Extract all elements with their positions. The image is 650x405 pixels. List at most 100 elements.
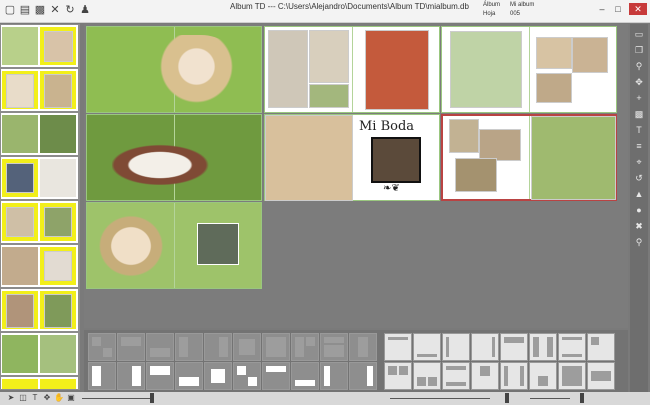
user-icon[interactable]: ♟ (79, 4, 91, 16)
layout-template[interactable] (291, 362, 319, 390)
photo-couple-small[interactable] (197, 223, 239, 265)
rotate-icon[interactable]: ↺ (633, 172, 645, 184)
zoom-slider-knob[interactable] (150, 393, 154, 403)
photo-couple-arch[interactable] (450, 31, 522, 108)
layout-template[interactable] (175, 362, 203, 390)
thumbnail-page[interactable] (1, 245, 78, 287)
zoom-slider[interactable] (82, 398, 152, 399)
align-icon[interactable]: ≡ (633, 140, 645, 152)
search-icon[interactable]: ⚲ (633, 236, 645, 248)
layout-template[interactable] (529, 362, 557, 390)
layout-template[interactable] (500, 362, 528, 390)
spread-selected[interactable] (441, 114, 617, 201)
opacity-slider[interactable] (530, 398, 570, 399)
spread[interactable] (86, 26, 262, 113)
photo-collage-3[interactable] (455, 158, 497, 192)
layout-template[interactable] (587, 333, 615, 361)
photo-bride-armchair[interactable] (365, 30, 429, 110)
size-slider-knob[interactable] (505, 393, 509, 403)
layout-template[interactable] (117, 333, 145, 361)
opacity-slider-knob[interactable] (580, 393, 584, 403)
thumbnail-page[interactable] (1, 157, 78, 199)
layout-template[interactable] (500, 333, 528, 361)
thumbnail-page[interactable] (1, 333, 78, 375)
layout-template[interactable] (320, 362, 348, 390)
photo-couple-1[interactable] (536, 37, 572, 69)
lock-icon[interactable]: ● (633, 204, 645, 216)
layout-template[interactable] (471, 333, 499, 361)
photo-collage-1[interactable] (449, 119, 479, 153)
spread[interactable] (86, 202, 262, 289)
layout-template[interactable] (349, 333, 377, 361)
layout-template[interactable] (320, 333, 348, 361)
frame-icon[interactable]: ▣ (66, 393, 76, 403)
move-icon[interactable]: ✥ (633, 76, 645, 88)
spread[interactable] (441, 26, 617, 113)
page-icon[interactable]: ▭ (633, 28, 645, 40)
layout-template[interactable] (146, 362, 174, 390)
layout-template[interactable] (558, 362, 586, 390)
layout-template[interactable] (349, 362, 377, 390)
layout-template[interactable] (262, 333, 290, 361)
close-button[interactable]: ✕ (629, 3, 647, 15)
photo-bride-smiling[interactable] (92, 209, 170, 283)
bin-icon[interactable]: ◫ (18, 393, 28, 403)
hand-icon[interactable]: ✋ (54, 393, 64, 403)
thumbnail-page[interactable] (1, 25, 78, 67)
layout-template[interactable] (233, 362, 261, 390)
thumbnail-page[interactable] (1, 69, 78, 111)
spread[interactable]: Mi Boda ❧❦ (264, 114, 440, 201)
maximize-button[interactable]: □ (611, 3, 625, 15)
layout-template[interactable] (413, 362, 441, 390)
layout-template[interactable] (587, 362, 615, 390)
layout-template[interactable] (117, 362, 145, 390)
thumbnail-page[interactable] (1, 377, 78, 389)
layout-template[interactable] (471, 362, 499, 390)
layout-template[interactable] (558, 333, 586, 361)
thumbnail-page[interactable] (1, 113, 78, 155)
layout-template[interactable] (146, 333, 174, 361)
arrow-icon[interactable]: ➤ (6, 393, 16, 403)
layout-template[interactable] (413, 333, 441, 361)
save-icon[interactable]: ▩ (34, 4, 46, 16)
photo-bride-closeup[interactable] (265, 115, 353, 201)
refresh-icon[interactable]: ↻ (64, 4, 76, 16)
page-thumbnails-panel[interactable] (0, 24, 80, 390)
layout-template[interactable] (88, 333, 116, 361)
crop-icon[interactable]: ⌖ (633, 156, 645, 168)
photo-bride-bouquet[interactable] (268, 30, 308, 108)
photo-flowers[interactable] (309, 84, 349, 108)
mi-boda-title[interactable]: Mi Boda (359, 119, 414, 134)
photo-couple-framed[interactable] (371, 137, 421, 183)
open-icon[interactable]: ▤ (19, 4, 31, 16)
minimize-button[interactable]: – (595, 3, 609, 15)
spread[interactable] (264, 26, 440, 113)
photo-couple-2[interactable] (572, 37, 608, 73)
thumbnail-page[interactable] (1, 201, 78, 243)
album-canvas[interactable]: Mi Boda ❧❦ (84, 24, 628, 328)
spread[interactable] (86, 114, 262, 201)
layout-template[interactable] (262, 362, 290, 390)
cut-icon[interactable]: ✕ (49, 4, 61, 16)
layout-template[interactable] (204, 333, 232, 361)
photo-bride-portrait[interactable] (309, 30, 349, 83)
layout-template[interactable] (88, 362, 116, 390)
layout-template[interactable] (233, 333, 261, 361)
zoom-icon[interactable]: ⚲ (633, 60, 645, 72)
new-icon[interactable]: ▢ (4, 4, 16, 16)
layout-template[interactable] (204, 362, 232, 390)
photo-bride-lying[interactable] (147, 35, 237, 105)
image-icon[interactable]: ▩ (633, 108, 645, 120)
layout-template[interactable] (384, 362, 412, 390)
layout-template[interactable] (442, 362, 470, 390)
delete-icon[interactable]: ✖ (633, 220, 645, 232)
photo-couple-3[interactable] (536, 73, 572, 103)
layout-template[interactable] (175, 333, 203, 361)
layout-template[interactable] (442, 333, 470, 361)
text-icon[interactable]: T (633, 124, 645, 136)
pan-icon[interactable]: ✥ (42, 393, 52, 403)
layout-template[interactable] (384, 333, 412, 361)
add-icon[interactable]: + (633, 92, 645, 104)
thumbnail-page[interactable] (1, 289, 78, 331)
layout-template[interactable] (529, 333, 557, 361)
